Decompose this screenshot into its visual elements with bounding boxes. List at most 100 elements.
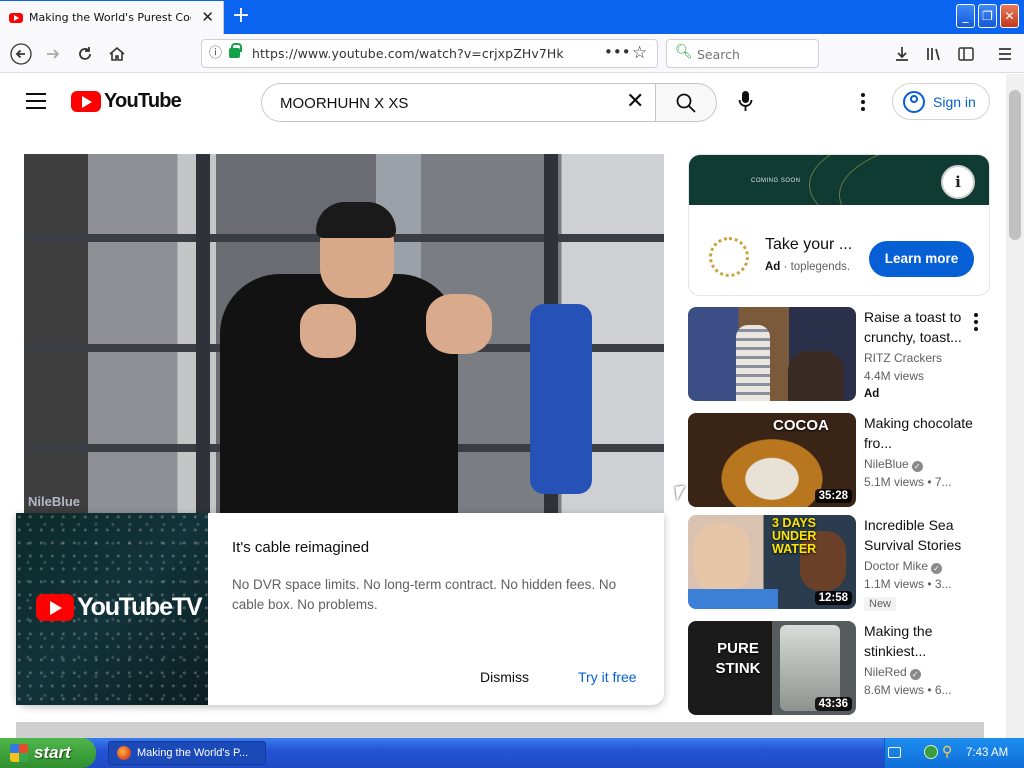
downloads-button[interactable] <box>889 34 915 73</box>
sign-in-button[interactable]: Sign in <box>892 83 990 120</box>
hamburger-menu-icon <box>999 48 1011 60</box>
video-thumbnail[interactable]: 3 DAYS UNDER WATER 12:58 <box>688 515 856 609</box>
promo-title: It's cable reimagined <box>232 539 370 556</box>
voice-search-button[interactable] <box>738 90 753 112</box>
video-thumbnail[interactable] <box>688 307 856 401</box>
tab-close-icon[interactable]: ✕ <box>201 8 214 26</box>
recommendation-title[interactable]: Making chocolate fro... <box>864 413 974 453</box>
video-frame-hand <box>426 294 492 354</box>
horizontal-scrollbar[interactable] <box>16 722 984 738</box>
recommendation-channel[interactable]: NileBlue ✓ <box>864 457 923 472</box>
window-close-button[interactable]: ✕ <box>1000 4 1019 28</box>
thumbnail-figure <box>788 351 844 401</box>
start-button[interactable]: start <box>0 738 96 768</box>
network-tray-icon[interactable] <box>924 745 938 759</box>
sign-in-label: Sign in <box>933 93 976 110</box>
video-thumbnail[interactable]: COCOA 35:28 <box>688 413 856 507</box>
youtube-search-box[interactable]: ✕ <box>261 83 655 122</box>
recommendation-channel[interactable]: NileRed ✓ <box>864 665 921 680</box>
back-button[interactable] <box>8 34 34 73</box>
browser-search-box[interactable]: 🔍︎ <box>666 39 819 68</box>
bookmark-star-icon[interactable]: ☆ <box>632 40 647 67</box>
youtube-play-logo-icon <box>71 90 101 112</box>
thumbnail-text: PURE STINK <box>715 640 761 677</box>
youtube-favicon-icon <box>9 12 23 23</box>
account-icon <box>903 90 925 113</box>
home-button[interactable] <box>104 34 130 73</box>
home-icon <box>109 46 125 61</box>
forward-button[interactable] <box>40 34 66 73</box>
recommendation-channel[interactable]: RITZ Crackers <box>864 351 942 365</box>
browser-menu-button[interactable] <box>992 34 1018 73</box>
new-badge: New <box>864 597 897 611</box>
window-minimize-button[interactable]: _ <box>956 4 975 28</box>
youtube-search-button[interactable] <box>655 83 717 122</box>
channel-name: NileRed <box>864 665 907 679</box>
dismiss-button[interactable]: Dismiss <box>480 669 529 685</box>
advertiser-logo-icon[interactable] <box>709 237 749 277</box>
url-bar[interactable]: ⓘ https://www.youtube.com/watch?v=crjxpZ… <box>201 39 658 68</box>
video-duration: 12:58 <box>814 591 852 605</box>
ad-meta: Ad · toplegends. <box>765 261 851 273</box>
ad-title[interactable]: Take your ... <box>765 236 852 254</box>
new-tab-button[interactable]: + <box>230 4 252 28</box>
more-actions-icon[interactable] <box>974 313 978 331</box>
browser-tab[interactable]: Making the World's Purest Cookie ✕ <box>0 1 224 34</box>
mouse-cursor-icon <box>675 485 687 501</box>
clear-search-icon[interactable]: ✕ <box>626 89 644 114</box>
youtube-header: YouTube ✕ Sign in <box>0 74 1006 130</box>
learn-more-button[interactable]: Learn more <box>869 241 974 277</box>
recommendation-views: 4.4M views <box>864 369 925 383</box>
taskbar-clock[interactable]: 7:43 AM <box>966 738 1008 768</box>
thumbnail-face <box>694 523 750 593</box>
youtube-logo[interactable]: YouTube <box>71 90 182 112</box>
channel-watermark: NileBlue <box>28 494 81 509</box>
start-label: start <box>34 743 71 762</box>
guide-menu-icon[interactable] <box>26 93 46 109</box>
video-player[interactable]: NileBlue <box>24 154 664 514</box>
sidebar-icon <box>958 47 974 61</box>
recommendation-item[interactable]: PURE STINK 43:36 Making the stinkiest...… <box>688 621 990 717</box>
settings-kebab-icon[interactable] <box>861 93 865 111</box>
video-thumbnail[interactable]: PURE STINK 43:36 <box>688 621 856 715</box>
recommendation-item[interactable]: 3 DAYS UNDER WATER 12:58 Incredible Sea … <box>688 515 990 611</box>
recommendation-title[interactable]: Making the stinkiest... <box>864 621 974 661</box>
recommendation-item[interactable]: COCOA 35:28 Making chocolate fro... Nile… <box>688 413 990 509</box>
promo-image: YouTubeTV <box>16 513 208 705</box>
download-icon <box>896 47 908 61</box>
windows-flag-icon <box>10 744 28 762</box>
window-maximize-button[interactable]: ❐ <box>978 4 997 28</box>
taskbar-window-item[interactable]: Making the World's P... <box>108 741 266 765</box>
url-text[interactable]: https://www.youtube.com/watch?v=crjxpZHv… <box>252 40 564 67</box>
back-arrow-icon <box>10 43 32 65</box>
reload-button[interactable] <box>72 34 98 73</box>
recommendation-title[interactable]: Raise a toast to crunchy, toast... <box>864 307 974 347</box>
ad-info-icon[interactable]: i <box>941 165 975 199</box>
page-actions-icon[interactable]: ••• <box>604 40 631 65</box>
video-frame-hand <box>300 304 356 358</box>
recommendation-title[interactable]: Incredible Sea Survival Stories <box>864 515 974 555</box>
try-it-free-button[interactable]: Try it free <box>578 669 637 685</box>
vertical-scrollbar-thumb[interactable] <box>1009 90 1021 240</box>
keyboard-tray-icon[interactable] <box>888 747 901 758</box>
recommendation-item[interactable]: Raise a toast to crunchy, toast... RITZ … <box>688 307 990 403</box>
reload-icon <box>79 47 91 60</box>
youtube-tv-logo: YouTubeTV <box>36 593 203 622</box>
sidebar-ad[interactable]: COMING SOON i Take your ... Ad · toplege… <box>688 154 990 296</box>
page-info-icon[interactable]: ⓘ <box>209 40 222 67</box>
lock-icon <box>229 43 242 58</box>
recommendation-channel[interactable]: Doctor Mike ✓ <box>864 559 943 574</box>
firefox-icon <box>117 746 131 760</box>
sidebar-button[interactable] <box>953 34 979 73</box>
browser-search-input[interactable] <box>695 44 813 64</box>
thumbnail-text: COCOA <box>773 417 829 434</box>
search-tray-icon[interactable]: ⚲ <box>942 744 952 760</box>
verified-check-icon: ✓ <box>909 669 921 680</box>
video-duration: 35:28 <box>814 489 852 503</box>
video-frame-jacket <box>530 304 592 494</box>
tab-title: Making the World's Purest Cookie <box>29 11 191 24</box>
youtube-tv-logo-text: YouTubeTV <box>77 593 203 621</box>
youtube-search-input[interactable] <box>278 92 608 114</box>
video-frame-post <box>196 154 210 514</box>
library-button[interactable] <box>921 34 947 73</box>
